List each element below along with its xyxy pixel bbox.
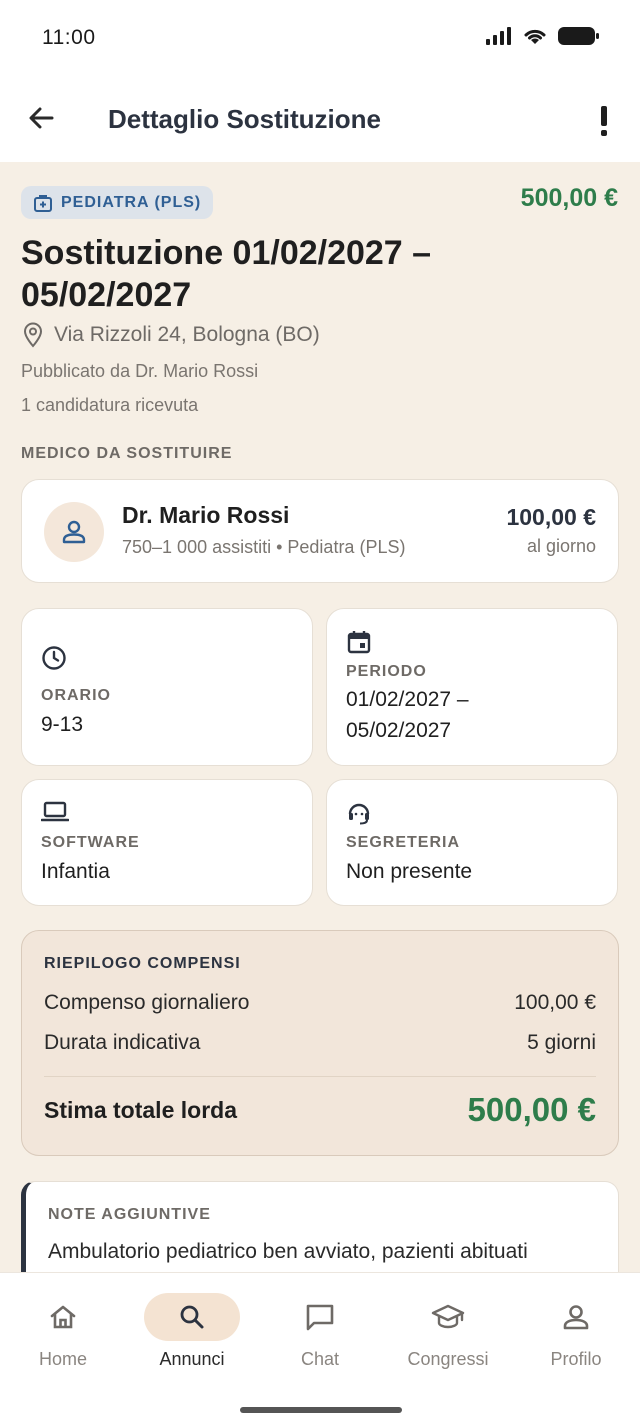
schedule-label: ORARIO	[41, 687, 111, 704]
back-button[interactable]	[26, 102, 58, 134]
notes-title: NOTE AGGIUNTIVE	[48, 1206, 211, 1223]
software-value: Infantia	[41, 860, 110, 883]
daily-price: 100,00 €	[506, 504, 596, 530]
summary-divider	[44, 1076, 596, 1077]
nav-annunci-pill	[144, 1293, 240, 1341]
status-icons	[486, 26, 600, 46]
duration-label: Durata indicativa	[44, 1031, 201, 1054]
medical-bag-icon	[34, 194, 52, 212]
secretary-label: SEGRETERIA	[346, 834, 461, 851]
period-start: 01/02/2027 –	[346, 688, 469, 711]
nav-congressi-pill	[400, 1293, 496, 1341]
nav-chat-pill	[272, 1293, 368, 1341]
headset-icon	[348, 803, 370, 825]
location-pin-icon	[23, 322, 43, 348]
battery-icon	[558, 27, 599, 45]
nav-chat-label: Chat	[300, 1349, 340, 1369]
nav-profilo-pill	[528, 1293, 624, 1341]
nav-profilo-label: Profilo	[550, 1349, 602, 1369]
clock-icon	[42, 646, 66, 670]
address-text: Via Rizzoli 24, Bologna (BO)	[54, 323, 320, 346]
secretary-card: SEGRETERIA Non presente	[326, 779, 618, 906]
total-price: 500,00 €	[520, 184, 618, 212]
home-indicator	[240, 1407, 402, 1413]
daily-price-unit: al giorno	[526, 536, 596, 556]
schedule-card: ORARIO 9-13	[21, 608, 313, 766]
nav-home-pill	[15, 1293, 111, 1341]
home-icon	[50, 1305, 76, 1329]
nav-annunci[interactable]: Annunci	[137, 1293, 247, 1383]
summary-title: RIEPILOGO COMPENSI	[44, 955, 241, 972]
total-estimate-value: 500,00 €	[467, 1091, 596, 1128]
user-icon	[563, 1305, 589, 1330]
software-label: SOFTWARE	[41, 834, 140, 851]
signal-icon	[486, 27, 511, 45]
secretary-value: Non presente	[346, 860, 473, 883]
doctor-subtitle: 750–1 000 assistiti • Pediatra (PLS)	[122, 537, 406, 557]
nav-profilo[interactable]: Profilo	[521, 1293, 631, 1383]
nav-congressi[interactable]: Congressi	[393, 1293, 503, 1383]
calendar-icon	[347, 631, 371, 654]
compensation-summary: RIEPILOGO COMPENSI Compenso giornaliero …	[21, 930, 619, 1156]
period-end: 05/02/2027	[346, 719, 452, 742]
listing-title: Sostituzione 01/02/2027 – 05/02/2027	[21, 234, 432, 314]
detail-content[interactable]: PEDIATRA (PLS) 500,00 € Sostituzione 01/…	[0, 162, 640, 1272]
wifi-icon	[524, 29, 546, 44]
nav-chat[interactable]: Chat	[265, 1293, 375, 1383]
specialty-badge-label: PEDIATRA (PLS)	[61, 193, 202, 211]
published-by: Pubblicato da Dr. Mario Rossi	[21, 361, 259, 381]
doctor-name: Dr. Mario Rossi	[122, 502, 290, 528]
total-estimate-label: Stima totale lorda	[44, 1097, 237, 1123]
doctor-section-label: MEDICO DA SOSTITUIRE	[21, 445, 233, 462]
doctor-card[interactable]: Dr. Mario Rossi 750–1 000 assistiti • Pe…	[21, 479, 619, 583]
duration-value: 5 giorni	[527, 1031, 596, 1054]
page-title: Dettaglio Sostituzione	[108, 104, 381, 134]
user-icon	[62, 520, 86, 544]
report-button[interactable]	[596, 100, 612, 140]
exclamation-icon	[601, 106, 607, 136]
nav-annunci-label: Annunci	[159, 1349, 225, 1369]
software-card: SOFTWARE Infantia	[21, 779, 313, 906]
bottom-navigation: Home Annunci Chat Congressi Profilo	[0, 1272, 640, 1428]
status-time: 11:00	[42, 26, 96, 49]
nav-home[interactable]: Home	[8, 1293, 118, 1383]
laptop-icon	[41, 801, 69, 822]
arrow-left-icon	[29, 107, 54, 129]
nav-home-label: Home	[38, 1349, 87, 1369]
search-icon	[180, 1305, 204, 1329]
daily-compensation-label: Compenso giornaliero	[44, 991, 250, 1014]
daily-compensation-value: 100,00 €	[514, 991, 596, 1014]
period-card: PERIODO 01/02/2027 – 05/02/2027	[326, 608, 618, 766]
chat-icon	[306, 1304, 334, 1331]
address: Via Rizzoli 24, Bologna (BO)	[22, 322, 320, 348]
specialty-badge: PEDIATRA (PLS)	[21, 186, 214, 219]
notes-text: Ambulatorio pediatrico ben avviato, pazi…	[48, 1240, 528, 1263]
period-label: PERIODO	[346, 663, 427, 680]
status-bar: 11:00	[0, 0, 640, 78]
applications-count: 1 candidatura ricevuta	[21, 395, 199, 415]
app-header: Dettaglio Sostituzione	[0, 78, 640, 162]
notes-card: NOTE AGGIUNTIVE Ambulatorio pediatrico b…	[21, 1181, 619, 1272]
nav-congressi-label: Congressi	[407, 1349, 489, 1369]
schedule-value: 9-13	[41, 713, 84, 736]
avatar	[44, 502, 104, 562]
graduation-cap-icon	[431, 1304, 465, 1329]
